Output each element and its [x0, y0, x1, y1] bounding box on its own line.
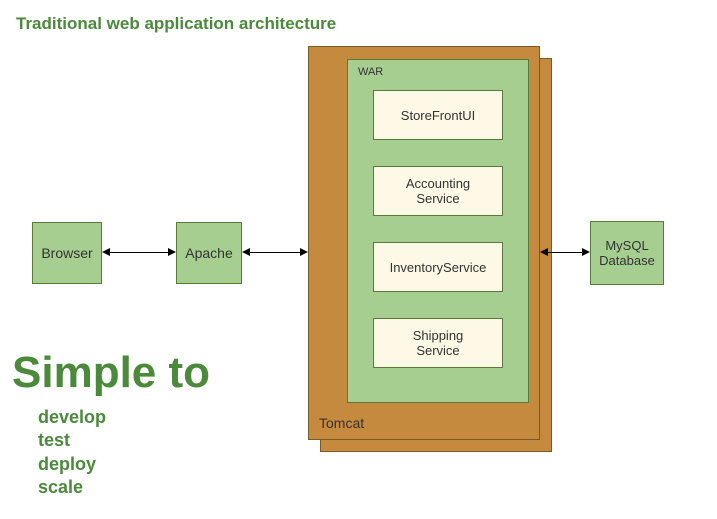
connector-line — [110, 252, 168, 253]
service-label: StoreFrontUI — [401, 108, 475, 123]
tomcat-label: Tomcat — [319, 415, 364, 431]
diagram-title: Traditional web application architecture — [16, 14, 336, 34]
service-box: StoreFrontUI — [373, 90, 503, 140]
connector-line — [548, 252, 582, 253]
browser-label: Browser — [41, 245, 92, 261]
apache-box: Apache — [176, 222, 242, 284]
arrow-head — [300, 248, 308, 256]
connector-line — [250, 252, 300, 253]
service-label: InventoryService — [390, 260, 487, 275]
war-label: WAR — [358, 66, 383, 78]
service-box: InventoryService — [373, 242, 503, 292]
service-label: AccountingService — [406, 176, 470, 206]
tomcat-container: Tomcat WAR StoreFrontUI AccountingServic… — [308, 46, 540, 440]
arrow-head — [168, 248, 176, 256]
mysql-label: MySQLDatabase — [599, 238, 655, 268]
service-box: AccountingService — [373, 166, 503, 216]
service-label: ShippingService — [413, 328, 464, 358]
service-box: ShippingService — [373, 318, 503, 368]
list-item: develop — [38, 406, 106, 429]
simple-to-heading: Simple to — [12, 348, 210, 398]
list-item: deploy — [38, 453, 106, 476]
arrow-head — [102, 248, 110, 256]
mysql-box: MySQLDatabase — [590, 221, 664, 285]
list-item: test — [38, 429, 106, 452]
list-item: scale — [38, 476, 106, 499]
arrow-head — [540, 248, 548, 256]
apache-label: Apache — [185, 245, 232, 261]
simple-to-list: develop test deploy scale — [38, 406, 106, 500]
arrow-head — [242, 248, 250, 256]
arrow-head — [582, 248, 590, 256]
war-container: WAR StoreFrontUI AccountingService Inven… — [347, 59, 529, 403]
browser-box: Browser — [32, 222, 102, 284]
